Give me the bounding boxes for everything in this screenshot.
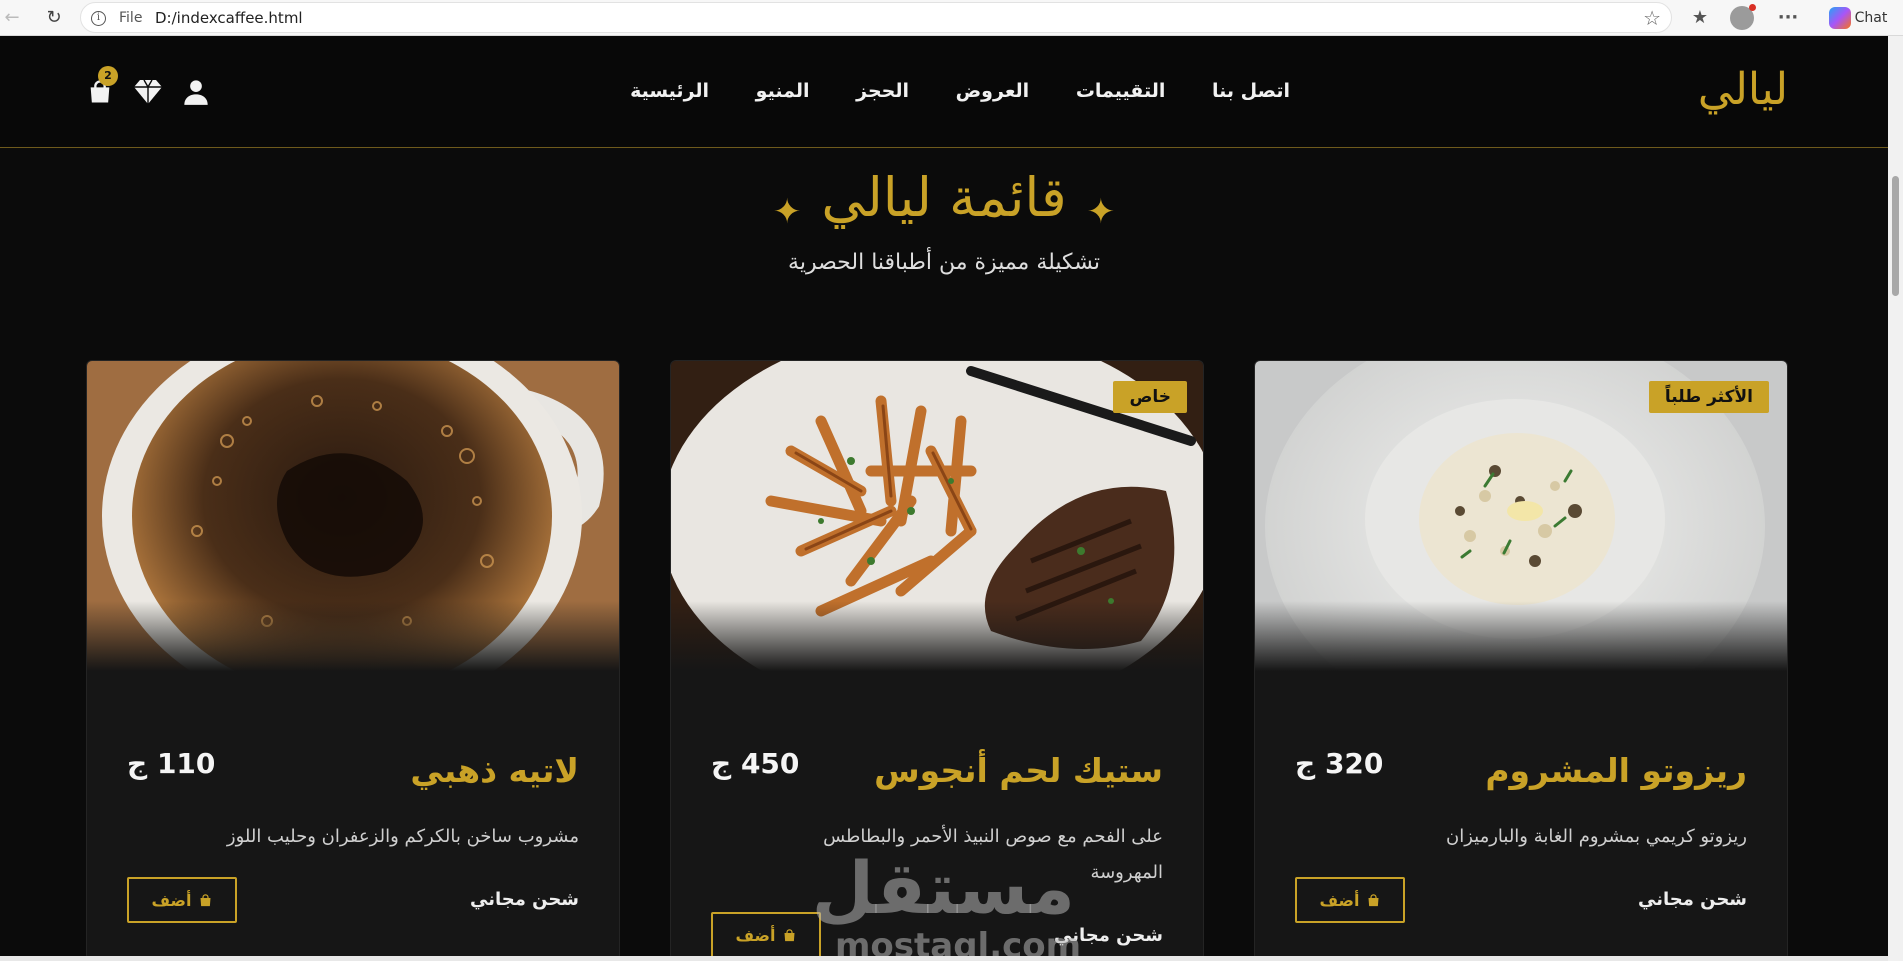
- card-price: 320 ج: [1295, 747, 1384, 780]
- main-nav: الرئيسية المنيو الحجز العروض التقييمات ا…: [630, 80, 1290, 102]
- card-title: لاتيه ذهبي: [410, 751, 579, 790]
- steak-image: خاص: [671, 361, 1203, 671]
- latte-image: [87, 361, 619, 671]
- menu-card: لاتيه ذهبي 110 ج مشروب ساخن بالكركم والز…: [86, 360, 620, 961]
- add-button-label: أضف: [1319, 890, 1360, 910]
- card-title: ريزوتو المشروم: [1485, 751, 1747, 790]
- page-viewport: ليالي الرئيسية المنيو الحجز العروض التقي…: [0, 36, 1888, 961]
- menu-card: الأكثر طلباً ريزوتو المشروم 320 ج ريزوتو…: [1254, 360, 1788, 961]
- nav-contact[interactable]: اتصل بنا: [1212, 80, 1290, 102]
- chat-label: Chat: [1854, 10, 1888, 26]
- copilot-icon: [1828, 7, 1851, 29]
- card-title: ستيك لحم أنجوس: [874, 751, 1163, 790]
- profile-icon[interactable]: [1730, 4, 1756, 30]
- browser-toolbar: ← ↻ i File D:/indexcaffee.html ☆ ★ ··· C…: [0, 0, 1903, 36]
- header-actions: 2: [82, 66, 214, 114]
- watermark-arabic: مستقل: [811, 846, 1075, 930]
- add-to-cart-button[interactable]: أضف: [711, 912, 821, 958]
- sparkle-icon: ✦: [772, 191, 802, 232]
- reload-icon[interactable]: ↻: [42, 6, 66, 30]
- chat-button[interactable]: Chat: [1818, 6, 1898, 30]
- card-description: مشروب ساخن بالكركم والزعفران وحليب اللوز: [226, 826, 579, 847]
- nav-home[interactable]: الرئيسية: [630, 80, 709, 102]
- card-badge: الأكثر طلباً: [1648, 381, 1769, 413]
- card-price: 110 ج: [127, 747, 216, 780]
- nav-menu[interactable]: المنيو: [756, 80, 810, 102]
- more-options-icon[interactable]: ···: [1776, 6, 1800, 30]
- window-bottom-edge: [0, 956, 1888, 961]
- favorites-icon[interactable]: ★: [1688, 6, 1712, 30]
- url-text[interactable]: D:/indexcaffee.html: [155, 9, 303, 27]
- nav-offers[interactable]: العروض: [956, 80, 1030, 102]
- shopping-bag-icon: [784, 928, 794, 941]
- menu-subtitle: تشكيلة مميزة من أطباقنا الحصرية: [788, 250, 1100, 275]
- shopping-bag-icon[interactable]: 2: [82, 66, 118, 110]
- mostaql-watermark: مستقل mostaql.com: [811, 846, 1081, 961]
- user-icon[interactable]: [178, 74, 214, 110]
- site-header: ليالي الرئيسية المنيو الحجز العروض التقي…: [0, 36, 1888, 148]
- add-to-cart-button[interactable]: أضف: [127, 877, 237, 923]
- nav-reviews[interactable]: التقييمات: [1076, 80, 1166, 102]
- site-logo[interactable]: ليالي: [1698, 64, 1788, 115]
- card-description: ريزوتو كريمي بمشروم الغابة والبارميزان: [1445, 826, 1747, 847]
- menu-heading: ✦ قائمة ليالي ✦: [0, 166, 1888, 232]
- card-shipping: شحن مجاني: [470, 889, 579, 910]
- back-arrow-icon[interactable]: ←: [0, 6, 24, 30]
- card-badge: خاص: [1113, 381, 1187, 413]
- shopping-bag-icon: [1368, 893, 1378, 906]
- info-icon[interactable]: i: [91, 11, 106, 26]
- address-bar[interactable]: i File D:/indexcaffee.html ☆: [80, 2, 1672, 33]
- scrollbar-thumb[interactable]: [1892, 176, 1899, 296]
- diamond-icon[interactable]: [130, 74, 166, 110]
- page-scrollbar[interactable]: [1888, 36, 1903, 961]
- risotto-image: الأكثر طلباً: [1255, 361, 1787, 671]
- menu-title: قائمة ليالي: [821, 166, 1067, 229]
- file-label: File: [119, 10, 143, 26]
- card-shipping: شحن مجاني: [1638, 889, 1747, 910]
- sparkle-icon: ✦: [1086, 191, 1116, 232]
- shopping-bag-icon: [200, 893, 210, 906]
- card-price: 450 ج: [711, 747, 800, 780]
- nav-booking[interactable]: الحجز: [856, 80, 909, 102]
- add-to-cart-button[interactable]: أضف: [1295, 877, 1405, 923]
- add-button-label: أضف: [735, 925, 776, 945]
- bookmark-star-icon[interactable]: ☆: [1643, 6, 1661, 30]
- add-button-label: أضف: [151, 890, 192, 910]
- cart-count-badge: 2: [98, 66, 118, 86]
